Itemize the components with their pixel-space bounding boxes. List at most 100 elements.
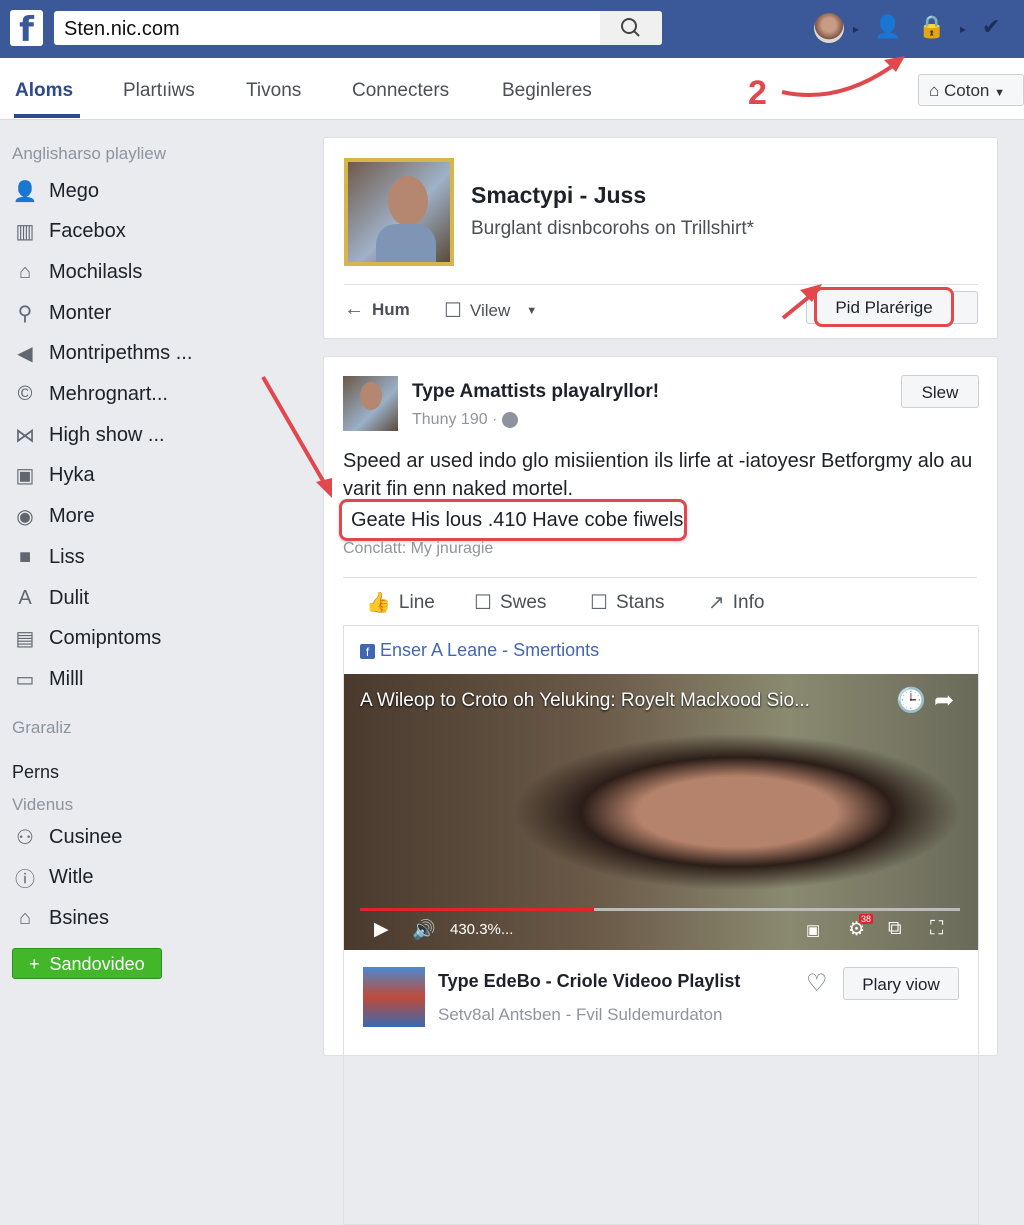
sidebar-item[interactable]: ⋈ High show ... xyxy=(12,420,165,450)
check-icon[interactable]: ✔ xyxy=(982,14,1000,40)
play-view-button[interactable]: Plary viow xyxy=(843,967,959,1000)
video-time: 430.3%... xyxy=(450,921,514,938)
like-button[interactable]: 👍 Line xyxy=(366,590,435,615)
miniplayer-icon[interactable]: ⧉ xyxy=(888,918,902,940)
friends-icon[interactable]: 👤 xyxy=(874,14,901,40)
page-link[interactable]: f Enser A Leane - Smertionts xyxy=(360,640,599,661)
sidebar-item[interactable]: ⓘ Witle xyxy=(12,863,93,893)
sidebar-item-label: Milll xyxy=(49,667,84,690)
coton-button[interactable]: ⌂ Coton ▼ xyxy=(918,74,1024,106)
sidebar-item[interactable]: 👤 Mego xyxy=(12,176,99,206)
comment-icon: ☐ xyxy=(474,592,492,614)
tab-connecters[interactable]: Connecters xyxy=(352,80,449,102)
sidebar-item[interactable]: ◀ Montripethms ... xyxy=(12,339,192,369)
send-video-label: Sandovideo xyxy=(49,954,145,974)
send-video-button[interactable]: + Sandovideo xyxy=(12,948,162,979)
user-badge-icon: ⚇ xyxy=(16,826,34,849)
share-button[interactable]: ↗ Info xyxy=(708,590,764,615)
page-title[interactable]: Smactypi - Juss xyxy=(471,182,646,209)
settings-badge: 38 xyxy=(859,914,874,924)
post-caption: Conclatt: My jnuragie xyxy=(343,540,494,557)
home-icon: ⌂ xyxy=(18,260,32,283)
page-subtitle: Burglant disnbcorohs on Trillshirt* xyxy=(471,218,755,239)
colorful-icon: ◉ xyxy=(16,506,34,529)
sidebar-item[interactable]: © Mehrognart... xyxy=(12,380,168,410)
profile-avatar[interactable] xyxy=(814,13,844,43)
post-author[interactable]: Type Amattists playalryllor! xyxy=(412,381,659,403)
thumbs-up-icon: 👍 xyxy=(366,592,391,614)
stans-button[interactable]: ☐ Stans xyxy=(590,590,665,615)
follow-button[interactable]: Slew xyxy=(901,375,979,408)
home-icon: ⌂ xyxy=(929,81,940,100)
sidebar-item-label: Hyka xyxy=(49,464,95,487)
sidebar-item-label: More xyxy=(49,505,95,528)
video-progress-bar[interactable] xyxy=(360,908,960,911)
sidebar-item[interactable]: ▥ Facebox xyxy=(12,217,126,247)
playlist-title[interactable]: Type EdeBo - Criole Videoo Playlist xyxy=(438,971,740,992)
post-timestamp[interactable]: Thuny 190 · xyxy=(412,411,497,428)
sidebar-item[interactable]: ⌂ Mochilasls xyxy=(12,257,142,287)
video-player[interactable]: A Wileop to Croto oh Yeluking: Royelt Ma… xyxy=(344,674,978,950)
facebook-logo-icon[interactable]: f xyxy=(10,10,43,50)
sidebar-item[interactable]: ⚇ Cusinee xyxy=(12,822,122,852)
house-icon: ⌂ xyxy=(18,906,32,929)
sidebar-item[interactable]: ▭ Milll xyxy=(12,664,84,694)
tab-tivons[interactable]: Tivons xyxy=(246,80,301,102)
playlist-thumbnail[interactable] xyxy=(363,967,425,1027)
chevron-down-icon: ▼ xyxy=(994,87,1006,99)
url-text: Sten.nic.com xyxy=(64,18,180,40)
volume-icon[interactable]: 🔊 xyxy=(412,918,436,942)
bowtie-icon: ⋈ xyxy=(15,424,35,447)
chevron-down-icon: ▼ xyxy=(526,304,538,317)
search-button[interactable] xyxy=(600,11,662,45)
share-icon: ↗ xyxy=(708,592,725,614)
sidebar-item[interactable]: ⌂ Bsines xyxy=(12,903,109,933)
back-icon: ◀ xyxy=(17,343,33,366)
sidebar-heading-2: Graraliz xyxy=(12,718,72,737)
heart-icon[interactable]: ♡ xyxy=(806,969,828,998)
face-shape xyxy=(360,382,382,410)
sidebar-item-label: Mehrognart... xyxy=(49,383,168,405)
comment-button[interactable]: ☐ Swes xyxy=(474,590,546,615)
sidebar-section-perms[interactable]: Perns xyxy=(12,762,59,783)
divider xyxy=(344,284,978,285)
info-icon: ⓘ xyxy=(15,869,35,891)
dropdown-icon[interactable]: ▸ xyxy=(853,22,859,36)
app-icon: ■ xyxy=(18,545,32,568)
back-button[interactable]: ← Hum xyxy=(344,298,410,321)
copyright-icon: © xyxy=(17,383,33,405)
sidebar-item[interactable]: A Dulit xyxy=(12,583,89,613)
dropdown-icon[interactable]: ▸ xyxy=(960,22,966,36)
arrow-left-icon: ← xyxy=(344,298,364,320)
facebook-icon: f xyxy=(360,644,375,659)
sidebar-item-label: High show ... xyxy=(49,423,165,446)
sidebar-item-label: Montripethms ... xyxy=(49,342,193,365)
sidebar-item[interactable]: ▣ Hyka xyxy=(12,461,95,491)
author-avatar[interactable] xyxy=(343,376,398,431)
page-profile-photo[interactable] xyxy=(344,158,454,266)
coton-label: Coton xyxy=(944,81,990,100)
tab-beginleres[interactable]: Beginleres xyxy=(502,80,592,102)
divider xyxy=(343,577,977,578)
share-arrow-icon[interactable]: ➦ xyxy=(934,686,954,715)
lock-icon[interactable]: 🔒 xyxy=(918,14,945,40)
search-input[interactable]: Sten.nic.com xyxy=(54,11,662,45)
captions-icon[interactable]: ▣ xyxy=(806,921,820,939)
post-card: Type Amattists playalryllor! Thuny 190 ·… xyxy=(323,356,998,1225)
sidebar-item[interactable]: ▤ Comipntoms xyxy=(12,624,162,654)
tab-plartiws[interactable]: Plartıiws xyxy=(123,80,195,102)
search-icon xyxy=(621,18,640,37)
fullscreen-icon[interactable]: ⛶ xyxy=(930,918,943,940)
sidebar-item[interactable]: ⚲ Monter xyxy=(12,298,112,328)
comment-icon: ☐ xyxy=(444,300,462,322)
playlist-subtitle: Setv8al Antsben - Fvil Suldemurdaton xyxy=(438,1005,723,1024)
view-button[interactable]: ☐ Vilew ▼ xyxy=(444,298,537,323)
clock-icon[interactable]: 🕒 xyxy=(896,686,926,715)
photo-icon: ▣ xyxy=(15,465,35,488)
comment-icon: ☐ xyxy=(590,592,608,614)
tab-aloms[interactable]: Aloms xyxy=(15,80,73,102)
sidebar-item[interactable]: ■ Liss xyxy=(12,542,85,572)
pid-plarerige-button[interactable]: Pid Plarérige xyxy=(814,287,954,327)
play-icon[interactable]: ▶ xyxy=(374,918,389,941)
sidebar-item[interactable]: ◉ More xyxy=(12,502,95,532)
